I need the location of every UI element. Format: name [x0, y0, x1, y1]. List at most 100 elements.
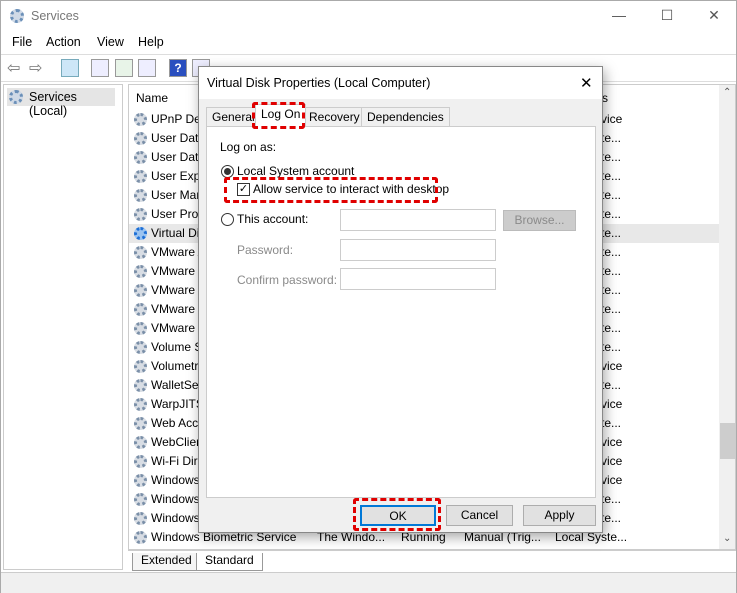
tab-standard[interactable]: Standard — [196, 553, 263, 571]
tree-item-label: Services (Local) — [29, 90, 77, 118]
service-logon: te... — [601, 207, 622, 221]
confirm-password-label: Confirm password: — [237, 273, 338, 287]
properties-icon[interactable] — [91, 59, 109, 77]
confirm-password-input[interactable] — [340, 268, 496, 290]
minimize-button[interactable]: — — [609, 7, 629, 23]
gear-icon — [134, 531, 147, 544]
service-logon: te... — [601, 226, 622, 240]
service-logon: te... — [601, 245, 622, 259]
service-name: WebClien — [151, 435, 203, 449]
gear-icon — [134, 265, 147, 278]
highlight-log-on-tab — [252, 102, 305, 129]
gear-icon — [134, 493, 147, 506]
dialog-title: Virtual Disk Properties (Local Computer) — [207, 76, 431, 90]
status-bar — [1, 572, 736, 593]
export-list-icon[interactable] — [138, 59, 156, 77]
dialog-close-button[interactable]: ✕ — [580, 74, 593, 92]
title-bar: Services — ☐ ✕ — [1, 1, 736, 33]
password-label: Password: — [237, 243, 294, 257]
gear-icon — [134, 151, 147, 164]
gear-icon — [9, 90, 23, 104]
log-on-as-label: Log on as: — [220, 140, 277, 154]
scrollbar-thumb[interactable] — [720, 423, 735, 459]
gear-icon — [134, 189, 147, 202]
service-logon: te... — [601, 340, 622, 354]
service-name: Volume S — [151, 340, 203, 354]
gear-icon — [134, 303, 147, 316]
service-name: Windows — [151, 492, 200, 506]
menu-action[interactable]: Action — [46, 35, 81, 49]
scroll-up-icon[interactable]: ⌃ — [723, 87, 731, 98]
service-logon: te... — [601, 511, 622, 525]
window-title: Services — [31, 9, 79, 23]
tree-pane: Services (Local) — [3, 84, 123, 570]
service-name: Windows — [151, 473, 200, 487]
gear-icon — [134, 417, 147, 430]
gear-icon — [134, 474, 147, 487]
menu-file[interactable]: File — [12, 35, 32, 49]
gear-icon — [134, 227, 147, 240]
menu-help[interactable]: Help — [138, 35, 164, 49]
show-hide-tree-icon[interactable] — [61, 59, 79, 77]
browse-button[interactable]: Browse... — [503, 210, 576, 231]
gear-icon — [134, 170, 147, 183]
account-input[interactable] — [340, 209, 496, 231]
password-input[interactable] — [340, 239, 496, 261]
gear-icon — [134, 208, 147, 221]
refresh-icon[interactable] — [115, 59, 133, 77]
service-logon: te... — [601, 131, 622, 145]
tab-recovery[interactable]: Recovery — [303, 107, 366, 127]
gear-icon — [134, 379, 147, 392]
service-logon: te... — [601, 492, 622, 506]
service-name: Windows — [151, 511, 200, 525]
highlight-allow-interact — [224, 177, 438, 203]
service-name: VMware I — [151, 283, 202, 297]
vertical-scrollbar[interactable]: ⌃ ⌄ — [719, 85, 735, 549]
scroll-down-icon[interactable]: ⌄ — [723, 533, 731, 544]
service-logon: vice — [601, 112, 623, 126]
close-button[interactable]: ✕ — [704, 7, 724, 24]
service-name: User Data — [151, 131, 206, 145]
service-name: VMware I — [151, 302, 202, 316]
service-logon: vice — [601, 397, 623, 411]
gear-icon — [134, 284, 147, 297]
service-name: WarpJITS — [151, 397, 204, 411]
help-icon[interactable]: ? — [169, 59, 187, 77]
column-header-name[interactable]: Name — [136, 91, 168, 105]
service-logon: vice — [601, 435, 623, 449]
log-on-panel: Log on as: Local System account ✓ Allow … — [206, 126, 596, 498]
menu-view[interactable]: View — [97, 35, 124, 49]
gear-icon — [134, 360, 147, 373]
tab-dependencies[interactable]: Dependencies — [361, 107, 450, 127]
highlight-ok-button — [353, 498, 441, 531]
service-logon: vice — [601, 454, 623, 468]
back-arrow-icon[interactable]: ⇦ — [7, 58, 20, 78]
service-logon: te... — [601, 169, 622, 183]
gear-icon — [134, 436, 147, 449]
service-logon: te... — [601, 416, 622, 430]
service-name: WalletSer — [151, 378, 203, 392]
gear-icon — [134, 246, 147, 259]
tree-item-services-local[interactable]: Services (Local) — [7, 88, 115, 118]
service-name: VMware I — [151, 264, 202, 278]
service-name: Volumetr — [151, 359, 199, 373]
local-system-label: Local System account — [237, 164, 355, 178]
apply-button[interactable]: Apply — [523, 505, 596, 526]
service-name: Virtual Di — [151, 226, 200, 240]
this-account-label: This account: — [237, 212, 309, 226]
service-name: User Man — [151, 188, 204, 202]
service-name: Wi-Fi Dir — [151, 454, 198, 468]
view-tabs: Extended Standard — [128, 550, 736, 572]
service-logon: te... — [601, 283, 622, 297]
tab-extended[interactable]: Extended — [132, 553, 201, 571]
gear-icon — [134, 512, 147, 525]
service-logon: vice — [601, 473, 623, 487]
forward-arrow-icon[interactable]: ⇨ — [29, 58, 42, 78]
service-name: User Prof — [151, 207, 202, 221]
service-logon: vice — [601, 359, 623, 373]
gear-icon — [134, 132, 147, 145]
this-account-radio[interactable] — [221, 213, 234, 226]
service-logon: te... — [601, 150, 622, 164]
maximize-button[interactable]: ☐ — [657, 7, 677, 24]
cancel-button[interactable]: Cancel — [446, 505, 513, 526]
